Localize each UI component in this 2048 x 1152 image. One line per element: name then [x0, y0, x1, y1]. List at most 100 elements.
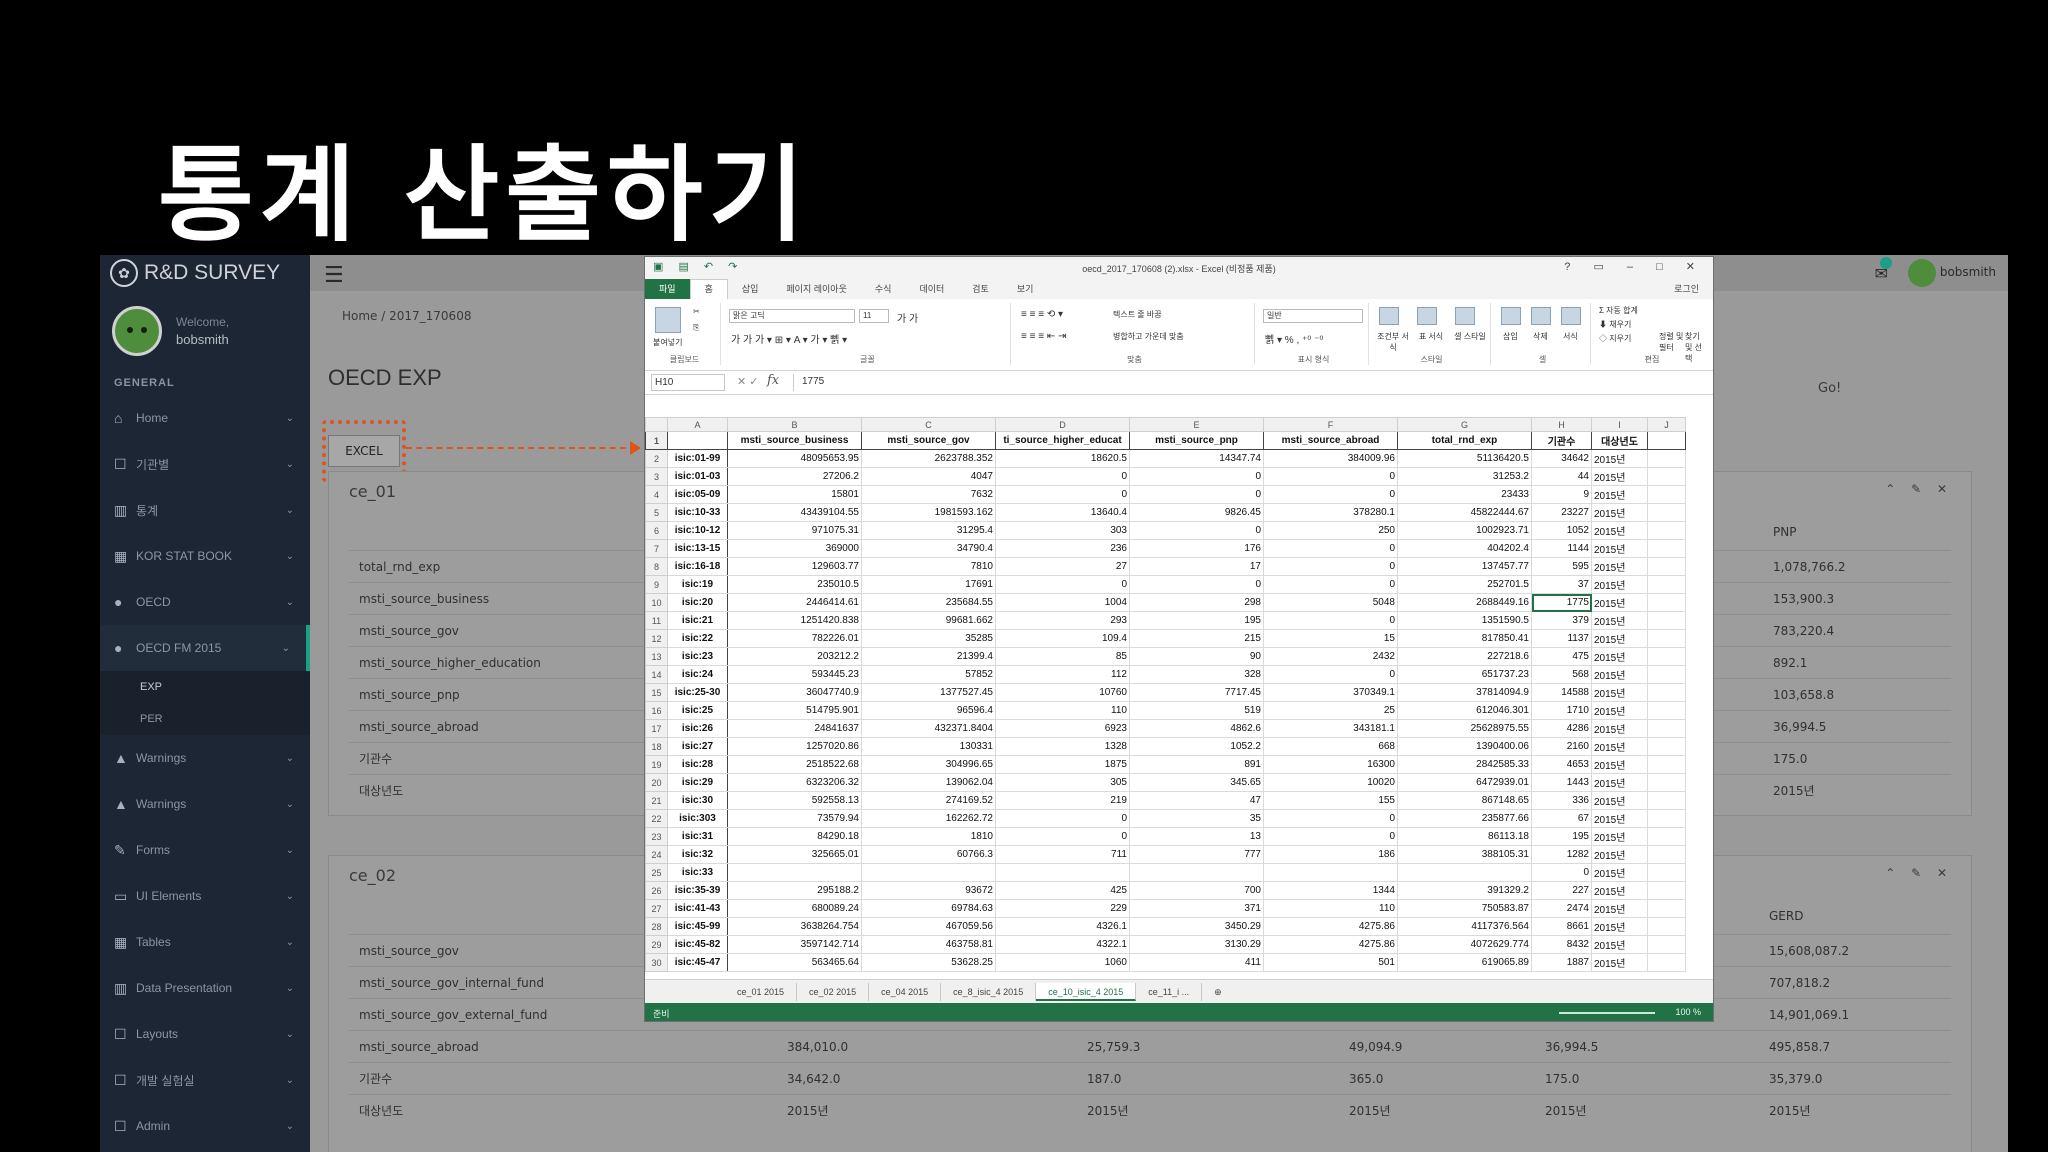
sidebar-item[interactable]: ▲ Warnings ⌄: [100, 735, 310, 781]
sheet-cell[interactable]: 236: [995, 539, 1130, 558]
sheet-cell[interactable]: 1875: [995, 755, 1130, 774]
paste-icon[interactable]: [655, 307, 681, 333]
sheet-cell[interactable]: 371: [1129, 899, 1264, 918]
sheet-cell[interactable]: 0: [1263, 611, 1398, 630]
delete-icon[interactable]: [1531, 307, 1551, 325]
row-header[interactable]: 21: [645, 791, 668, 810]
sheet-tab[interactable]: ce_11_i ...: [1136, 982, 1203, 1001]
sheet-cell[interactable]: 463758.81: [861, 935, 996, 954]
sheet-cell[interactable]: [1647, 953, 1686, 972]
sheet-cell[interactable]: 129603.77: [727, 557, 862, 576]
sheet-cell[interactable]: 777: [1129, 845, 1264, 864]
column-header[interactable]: B: [727, 417, 862, 432]
sheet-cell[interactable]: [1647, 539, 1686, 558]
sheet-cell[interactable]: isic:24: [667, 665, 728, 684]
panel-tools[interactable]: ⌃ ✎ ✕: [1885, 866, 1953, 880]
sheet-cell[interactable]: 303: [995, 521, 1130, 540]
sidebar-item[interactable]: ▦ Tables ⌄: [100, 919, 310, 965]
sheet-cell[interactable]: 8432: [1531, 935, 1592, 954]
sheet-cell[interactable]: 2015년: [1591, 665, 1648, 684]
sheet-cell[interactable]: 9826.45: [1129, 503, 1264, 522]
sheet-cell[interactable]: 563465.64: [727, 953, 862, 972]
column-header[interactable]: H: [1531, 417, 1592, 432]
sheet-cell[interactable]: 130331: [861, 737, 996, 756]
sheet-cell[interactable]: isic:19: [667, 575, 728, 594]
sheet-cell[interactable]: 388105.31: [1397, 845, 1532, 864]
sheet-cell[interactable]: 2015년: [1591, 845, 1648, 864]
sheet-tab[interactable]: ce_8_isic_4 2015: [941, 982, 1037, 1001]
row-header[interactable]: 2: [645, 449, 668, 468]
row-header[interactable]: 9: [645, 575, 668, 594]
chevron-down-icon[interactable]: ⌄: [286, 1121, 294, 1132]
chevron-down-icon[interactable]: ⌄: [286, 891, 294, 902]
sheet-header-cell[interactable]: total_rnd_exp: [1397, 431, 1532, 450]
sheet-cell[interactable]: 85: [995, 647, 1130, 666]
corner-cell[interactable]: [645, 417, 668, 432]
sheet-cell[interactable]: isic:01-03: [667, 467, 728, 486]
sheet-cell[interactable]: isic:25-30: [667, 683, 728, 702]
sheet-cell[interactable]: 711: [995, 845, 1130, 864]
add-sheet-icon[interactable]: ⊕: [1202, 983, 1234, 1001]
sheet-header-cell[interactable]: msti_source_pnp: [1129, 431, 1264, 450]
sheet-cell[interactable]: 1390400.06: [1397, 737, 1532, 756]
row-header[interactable]: 8: [645, 557, 668, 576]
autosum-button[interactable]: Σ 자동 합계: [1599, 305, 1638, 316]
sheet-cell[interactable]: 7810: [861, 557, 996, 576]
ribbon-tab[interactable]: 삽입: [728, 282, 773, 299]
sheet-cell[interactable]: 1257020.86: [727, 737, 862, 756]
sheet-cell[interactable]: 235684.55: [861, 593, 996, 612]
sheet-cell[interactable]: [1647, 521, 1686, 540]
chevron-down-icon[interactable]: ⌄: [286, 459, 294, 470]
sheet-cell[interactable]: 4326.1: [995, 917, 1130, 936]
sheet-cell[interactable]: 2015년: [1591, 791, 1648, 810]
row-header[interactable]: 22: [645, 809, 668, 828]
chevron-down-icon[interactable]: ⌄: [286, 799, 294, 810]
ribbon-tab[interactable]: 보기: [1003, 282, 1048, 299]
fx-icon[interactable]: fx: [767, 373, 779, 388]
sheet-cell[interactable]: 1981593.162: [861, 503, 996, 522]
sheet-header-cell[interactable]: 대상년도: [1591, 431, 1648, 450]
row-header[interactable]: 6: [645, 521, 668, 540]
sheet-cell[interactable]: 432371.8404: [861, 719, 996, 738]
sheet-cell[interactable]: 90: [1129, 647, 1264, 666]
sheet-header-cell[interactable]: 기관수: [1531, 431, 1592, 450]
sheet-cell[interactable]: [1647, 935, 1686, 954]
format-icon[interactable]: [1561, 307, 1581, 325]
sheet-cell[interactable]: isic:01-99: [667, 449, 728, 468]
sheet-cell[interactable]: 1377527.45: [861, 683, 996, 702]
sheet-cell[interactable]: isic:45-82: [667, 935, 728, 954]
sheet-cell[interactable]: isic:33: [667, 863, 728, 882]
font-grow-icon[interactable]: 가 가: [897, 310, 918, 325]
sheet-cell[interactable]: 2015년: [1591, 773, 1648, 792]
sheet-cell[interactable]: isic:32: [667, 845, 728, 864]
sheet-cell[interactable]: 619065.89: [1397, 953, 1532, 972]
sheet-cell[interactable]: 384009.96: [1263, 449, 1398, 468]
row-header[interactable]: 20: [645, 773, 668, 792]
align-icons-2[interactable]: ≡ ≡ ≡ ⇤ ⇥: [1021, 331, 1066, 342]
sheet-cell[interactable]: 1052: [1531, 521, 1592, 540]
chevron-down-icon[interactable]: ⌄: [286, 1075, 294, 1086]
font-name-box[interactable]: 맑은 고딕: [729, 309, 855, 323]
sheet-cell[interactable]: isic:27: [667, 737, 728, 756]
sheet-cell[interactable]: 7632: [861, 485, 996, 504]
sheet-cell[interactable]: 593445.23: [727, 665, 862, 684]
sheet-cell[interactable]: 369000: [727, 539, 862, 558]
sheet-cell[interactable]: 2015년: [1591, 629, 1648, 648]
sheet-cell[interactable]: 27206.2: [727, 467, 862, 486]
user-avatar[interactable]: [1908, 259, 1936, 287]
sheet-cell[interactable]: 162262.72: [861, 809, 996, 828]
row-header[interactable]: 14: [645, 665, 668, 684]
sheet-cell[interactable]: 3130.29: [1129, 935, 1264, 954]
sheet-cell[interactable]: 37: [1531, 575, 1592, 594]
sheet-cell[interactable]: 17: [1129, 557, 1264, 576]
sheet-cell[interactable]: 370349.1: [1263, 683, 1398, 702]
ribbon-tab[interactable]: 파일: [645, 279, 690, 299]
sheet-cell[interactable]: 35285: [861, 629, 996, 648]
sheet-cell[interactable]: [1647, 701, 1686, 720]
sheet-cell[interactable]: 252701.5: [1397, 575, 1532, 594]
sheet-cell[interactable]: isic:29: [667, 773, 728, 792]
sheet-cell[interactable]: 1443: [1531, 773, 1592, 792]
sheet-cell[interactable]: isic:41-43: [667, 899, 728, 918]
sheet-cell[interactable]: 2015년: [1591, 917, 1648, 936]
formula-input[interactable]: 1775: [793, 374, 1693, 391]
